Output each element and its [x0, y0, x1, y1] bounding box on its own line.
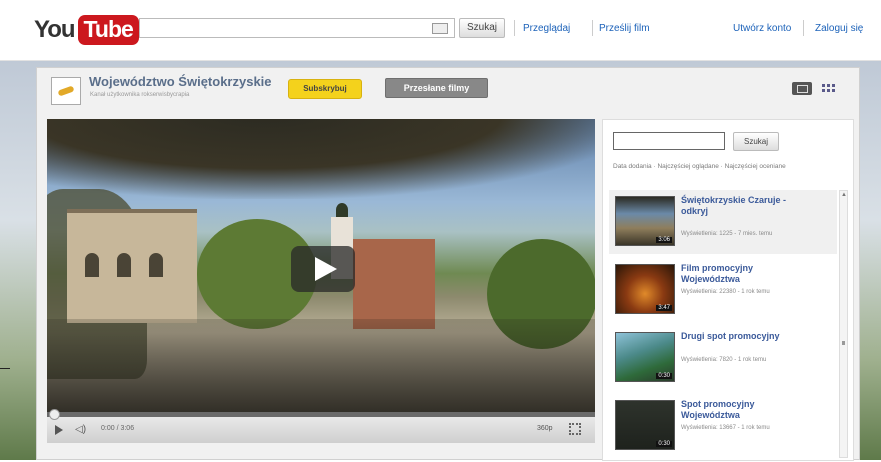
video-scene — [67, 209, 197, 323]
quality-selector[interactable]: 360p — [537, 425, 553, 432]
keyboard-icon[interactable] — [432, 23, 448, 34]
uploads-tab[interactable]: Przesłane filmy — [385, 78, 488, 98]
video-title[interactable]: Drugi spot promocyjny — [681, 331, 801, 342]
duration-badge: 3:47 — [656, 305, 672, 311]
time-display: 0:00 / 3:06 — [101, 425, 135, 432]
video-thumbnail[interactable]: 0:30 — [615, 400, 675, 450]
video-meta: Wyświetlenia: 13667 - 1 rok temu — [681, 425, 770, 431]
channel-name[interactable]: Województwo Świętokrzyskie — [89, 74, 272, 89]
video-title[interactable]: Spot promocyjny Województwa — [681, 399, 801, 421]
list-item[interactable]: 0:30 Spot promocyjny Województwa Wyświet… — [609, 394, 837, 458]
search-input[interactable] — [139, 18, 455, 38]
progress-bar[interactable] — [47, 409, 595, 420]
channel-panel: Województwo Świętokrzyskie Kanał użytkow… — [36, 67, 860, 461]
channel-subtitle: Kanał użytkownika rokserwisbycrapia — [90, 92, 190, 98]
video-player[interactable] — [47, 119, 595, 416]
video-meta: Wyświetlenia: 22380 - 1 rok temu — [681, 289, 770, 295]
fullscreen-icon[interactable] — [569, 423, 581, 435]
player-view-icon[interactable] — [792, 82, 812, 95]
youtube-logo[interactable]: You Tube — [34, 14, 139, 46]
scroll-up-icon[interactable]: ▲ — [841, 192, 847, 198]
list-scrollbar[interactable]: ▲ — [839, 190, 848, 458]
play-icon[interactable] — [55, 425, 63, 435]
list-item[interactable]: 3:06 Świętokrzyskie Czaruje - odkryj Wyś… — [609, 190, 837, 254]
video-thumbnail[interactable]: 0:30 — [615, 332, 675, 382]
uploads-sidebar: Szukaj Data dodania · Najczęściej ogląda… — [602, 119, 854, 461]
sign-in-link[interactable]: Zaloguj się — [815, 23, 863, 34]
player-controls: ◁) 0:00 / 3:06 360p — [47, 409, 595, 443]
logo-you-text: You — [34, 16, 76, 43]
play-overlay-button[interactable] — [291, 246, 355, 292]
top-bar: You Tube Szukaj Przeglądaj Prześlij film… — [0, 0, 881, 61]
search-button[interactable]: Szukaj — [459, 18, 505, 38]
logo-tube-text: Tube — [77, 15, 139, 45]
video-thumbnail[interactable]: 3:47 — [615, 264, 675, 314]
video-scene — [47, 119, 595, 199]
video-thumbnail[interactable]: 3:06 — [615, 196, 675, 246]
volume-icon[interactable]: ◁) — [75, 424, 86, 435]
video-title[interactable]: Film promocyjny Województwa — [681, 263, 801, 285]
video-scene — [47, 319, 595, 416]
duration-badge: 0:30 — [656, 441, 672, 447]
list-item[interactable]: 3:47 Film promocyjny Województwa Wyświet… — [609, 258, 837, 322]
progress-knob[interactable] — [49, 409, 60, 420]
upload-link[interactable]: Prześlij film — [599, 23, 650, 34]
separator — [592, 20, 593, 36]
video-meta: Wyświetlenia: 1225 - 7 mies. temu — [681, 231, 773, 237]
video-list: 3:06 Świętokrzyskie Czaruje - odkryj Wyś… — [609, 190, 837, 462]
video-meta: Wyświetlenia: 7820 - 1 rok temu — [681, 357, 767, 363]
page-divider — [0, 368, 10, 369]
channel-header: Województwo Świętokrzyskie Kanał użytkow… — [37, 68, 859, 112]
channel-avatar[interactable] — [51, 77, 81, 105]
browse-link[interactable]: Przeglądaj — [523, 23, 570, 34]
separator — [803, 20, 804, 36]
sort-options[interactable]: Data dodania · Najczęściej oglądane · Na… — [613, 162, 813, 171]
channel-search-input[interactable] — [613, 132, 725, 150]
video-scene — [353, 239, 435, 329]
separator — [514, 20, 515, 36]
scroll-thumb[interactable] — [842, 341, 845, 345]
create-account-link[interactable]: Utwórz konto — [733, 23, 791, 34]
duration-badge: 3:06 — [656, 237, 672, 243]
video-title[interactable]: Świętokrzyskie Czaruje - odkryj — [681, 195, 801, 217]
grid-view-icon[interactable] — [822, 82, 842, 95]
duration-badge: 0:30 — [656, 373, 672, 379]
list-item[interactable]: 0:30 Drugi spot promocyjny Wyświetlenia:… — [609, 326, 837, 390]
channel-search-button[interactable]: Szukaj — [733, 132, 779, 151]
subscribe-button[interactable]: Subskrybuj — [288, 79, 362, 99]
